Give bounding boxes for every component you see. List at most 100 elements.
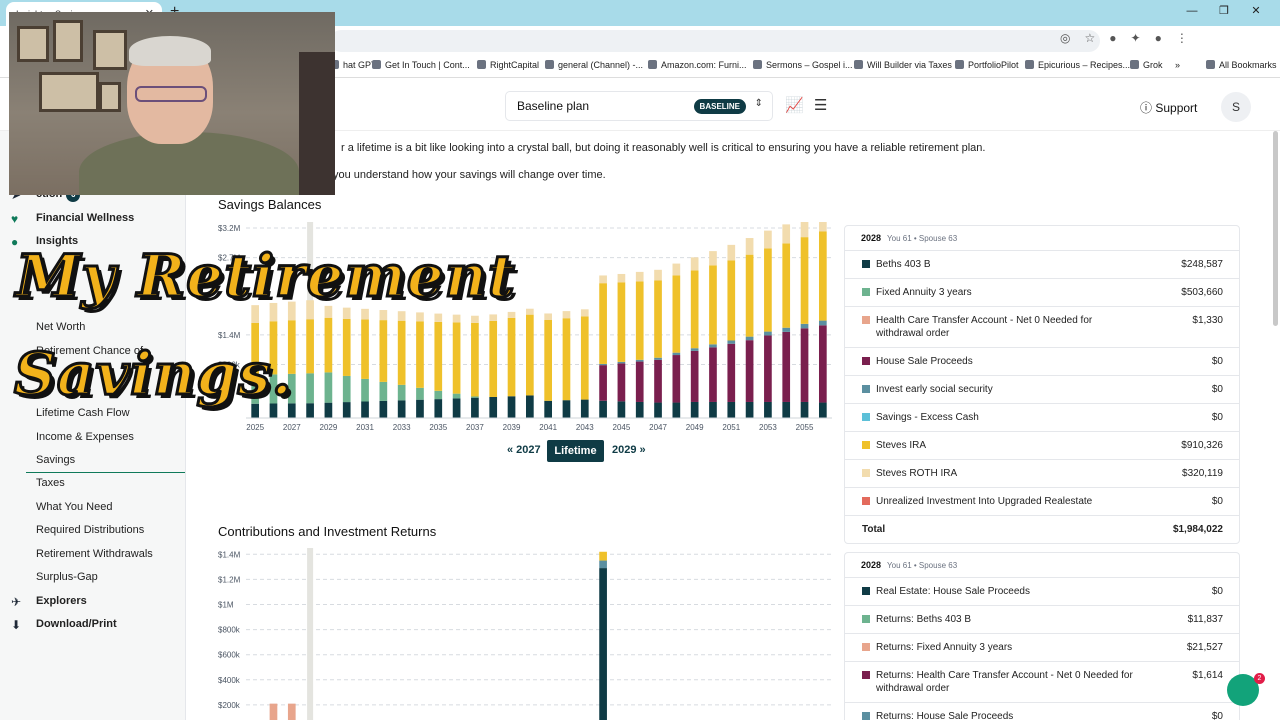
bookmark-icon bbox=[1206, 60, 1215, 69]
bookmark-item[interactable]: RightCapital bbox=[477, 60, 539, 70]
legend-row[interactable]: Steves ROTH IRA $320,119 bbox=[845, 460, 1239, 488]
legend-swatch bbox=[862, 288, 870, 296]
chart-bar-segment bbox=[324, 402, 333, 418]
bookmark-item[interactable]: Sermons – Gospel i... bbox=[753, 60, 853, 70]
chart-bar-segment bbox=[800, 401, 809, 418]
x-tick-label: 2047 bbox=[649, 423, 667, 432]
bookmark-item[interactable]: general (Channel) -... bbox=[545, 60, 643, 70]
menu-dots-icon[interactable]: ⋮ bbox=[1176, 31, 1188, 45]
bookmark-item[interactable]: » bbox=[1175, 60, 1180, 70]
chart-bar-segment bbox=[580, 316, 589, 400]
bookmark-item[interactable]: Grok bbox=[1130, 60, 1163, 70]
legend-value: $320,119 bbox=[1182, 468, 1223, 479]
chart-bar-segment bbox=[818, 222, 827, 232]
bookmark-item[interactable]: PortfolioPilot bbox=[955, 60, 1019, 70]
lifetime-toggle[interactable]: Lifetime bbox=[547, 440, 604, 462]
sidebar-item-financial-wellness[interactable]: Financial Wellness bbox=[36, 212, 134, 224]
y-tick-label: $1.4M bbox=[218, 331, 241, 340]
bookmark-item[interactable]: Get In Touch | Cont... bbox=[372, 60, 470, 70]
chart-bar-segment bbox=[471, 315, 479, 323]
bookmark-label: Will Builder via Taxes bbox=[867, 60, 952, 70]
y-tick-label: $1.2M bbox=[218, 575, 241, 584]
chart-bar-segment bbox=[764, 248, 772, 332]
puzzle-icon[interactable]: ✦ bbox=[1131, 31, 1141, 45]
chart-bar-segment bbox=[800, 237, 809, 324]
sidebar-item-income-expenses[interactable]: Income & Expenses bbox=[36, 431, 134, 443]
legend-row[interactable]: Unrealized Investment Into Upgraded Real… bbox=[845, 488, 1239, 516]
bookmark-item[interactable]: Will Builder via Taxes bbox=[854, 60, 952, 70]
legend-label: Steves IRA bbox=[876, 440, 927, 451]
y-tick-label: $200k bbox=[218, 701, 241, 710]
sidebar-item-explorers[interactable]: Explorers bbox=[36, 595, 87, 607]
bookmark-label: » bbox=[1175, 60, 1181, 70]
legend-swatch bbox=[862, 357, 870, 365]
bookmark-label: All Bookmarks bbox=[1219, 60, 1277, 70]
legend-row[interactable]: Savings - Excess Cash $0 bbox=[845, 404, 1239, 432]
chart-bar-segment bbox=[416, 321, 424, 388]
legend-row[interactable]: Fixed Annuity 3 years $503,660 bbox=[845, 279, 1239, 307]
legend-row[interactable]: Returns: Fixed Annuity 3 years $21,527 bbox=[845, 634, 1239, 662]
legend-row[interactable]: Invest early social security $0 bbox=[845, 376, 1239, 404]
sidebar-item-download-print[interactable]: Download/Print bbox=[36, 618, 117, 630]
legend-row[interactable]: Beths 403 B $248,587 bbox=[845, 251, 1239, 279]
minimize-icon[interactable]: — bbox=[1176, 5, 1208, 17]
sidebar-item-what-you-need[interactable]: What You Need bbox=[36, 501, 112, 513]
bookmark-item[interactable]: Epicurious – Recipes... bbox=[1025, 60, 1130, 70]
chart-bar-segment bbox=[361, 378, 369, 402]
legend-row[interactable]: Returns: Beths 403 B $11,837 bbox=[845, 606, 1239, 634]
legend-row[interactable]: Real Estate: House Sale Proceeds $0 bbox=[845, 578, 1239, 606]
chart-bar-segment bbox=[690, 348, 699, 351]
legend-row[interactable]: House Sale Proceeds $0 bbox=[845, 348, 1239, 376]
next-year-link[interactable]: 2029 » bbox=[612, 444, 646, 456]
legend-row[interactable]: Steves IRA $910,326 bbox=[845, 432, 1239, 460]
chart-bar-segment bbox=[654, 402, 662, 418]
bookmark-item[interactable]: hat GPT bbox=[330, 60, 377, 70]
contributions-chart[interactable]: $1.4M $1.2M $1M $800k $600k $400k $200k bbox=[210, 548, 836, 720]
legend-value: $248,587 bbox=[1181, 259, 1223, 270]
address-bar[interactable] bbox=[330, 30, 1100, 52]
window-close-icon[interactable]: ✕ bbox=[1240, 4, 1272, 17]
chart-bar-segment bbox=[690, 270, 699, 349]
legend-label: Invest early social security bbox=[876, 384, 993, 395]
support-link[interactable]: ⓘ Support bbox=[1140, 99, 1197, 116]
maximize-icon[interactable]: ❐ bbox=[1208, 4, 1240, 17]
extension-icon[interactable]: ● bbox=[1109, 31, 1116, 45]
legend-swatch bbox=[862, 469, 870, 477]
legend-row[interactable]: Returns: House Sale Proceeds $0 bbox=[845, 703, 1239, 720]
prev-year-link[interactable]: « 2027 bbox=[507, 444, 541, 456]
page-scrollbar[interactable] bbox=[1273, 131, 1278, 326]
legend-ages: You 61 • Spouse 63 bbox=[887, 561, 958, 570]
sidebar-item-surplus-gap[interactable]: Surplus-Gap bbox=[36, 571, 98, 583]
legend-label: Unrealized Investment Into Upgraded Real… bbox=[876, 496, 1093, 507]
chart-bar-segment bbox=[635, 359, 644, 362]
legend-row[interactable]: Health Care Transfer Account - Net 0 Nee… bbox=[845, 307, 1239, 348]
sidebar-item-taxes[interactable]: Taxes bbox=[36, 477, 65, 489]
sidebar-item-savings[interactable]: Savings bbox=[36, 454, 75, 466]
download-icon: ⬇ bbox=[11, 618, 22, 632]
bookmark-item[interactable]: All Bookmarks bbox=[1206, 60, 1277, 70]
plan-selector[interactable]: Baseline plan BASELINE ⇕ bbox=[505, 91, 773, 121]
sidebar-item-retirement-withdrawals[interactable]: Retirement Withdrawals bbox=[36, 548, 153, 560]
chart-bar-segment bbox=[672, 355, 681, 403]
chart-bar-segment bbox=[764, 401, 772, 418]
sidebar-item-required-distributions[interactable]: Required Distributions bbox=[36, 524, 144, 536]
chart-bar-segment bbox=[727, 244, 736, 261]
eye-off-icon[interactable]: ◎ bbox=[1060, 31, 1070, 45]
bookmark-label: general (Channel) -... bbox=[558, 60, 644, 70]
avatar[interactable]: S bbox=[1221, 92, 1251, 122]
chart-bar-segment bbox=[525, 314, 534, 396]
legend-row[interactable]: Returns: Health Care Transfer Account - … bbox=[845, 662, 1239, 703]
legend-swatch bbox=[862, 671, 870, 679]
chart-bar-segment bbox=[397, 311, 406, 321]
bookmark-item[interactable]: Amazon.com: Furni... bbox=[648, 60, 747, 70]
chart-trend-icon[interactable]: 📈 bbox=[785, 96, 804, 114]
chart-bar-segment bbox=[782, 224, 791, 244]
sidebar-item-net-worth[interactable]: Net Worth bbox=[36, 321, 85, 333]
chart-bar-segment bbox=[782, 331, 791, 402]
sidebar-item-lifetime-cash-flow[interactable]: Lifetime Cash Flow bbox=[36, 407, 130, 419]
profile-icon[interactable]: ● bbox=[1155, 31, 1162, 45]
chart-bar-segment bbox=[635, 361, 644, 402]
sliders-icon[interactable]: ☰ bbox=[814, 96, 827, 114]
star-icon[interactable]: ☆ bbox=[1084, 31, 1095, 45]
chart-bar-segment bbox=[727, 260, 736, 341]
